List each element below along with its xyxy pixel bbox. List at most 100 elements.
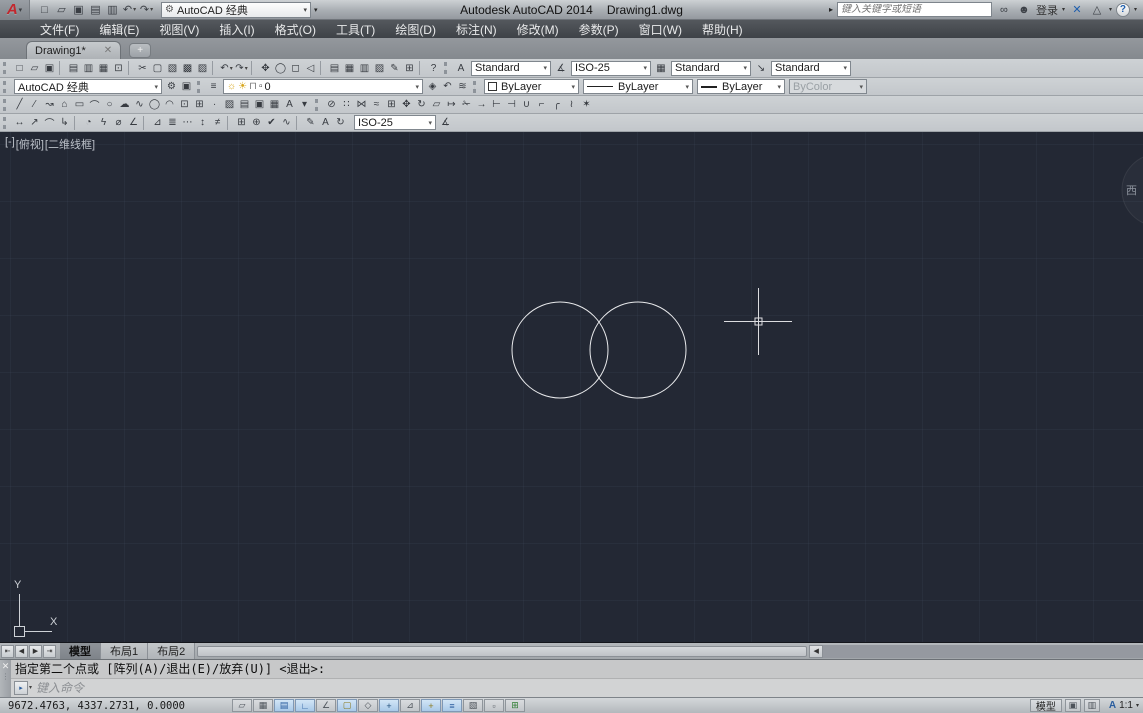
layer-combo[interactable]: ☼☀⊓▫ 0 ▾ — [223, 79, 423, 94]
polyline-icon[interactable]: ↝ — [42, 97, 57, 113]
stretch-icon[interactable]: ↦ — [444, 97, 459, 113]
rotate-icon[interactable]: ↻ — [414, 97, 429, 113]
gradient-icon[interactable]: ▤ — [237, 97, 252, 113]
save-as-button[interactable]: ▤ — [87, 2, 104, 18]
dimension-space-icon[interactable]: ↕ — [195, 115, 210, 131]
last-tab-button[interactable]: ⇥ — [43, 645, 56, 658]
transparency-toggle[interactable]: ▧ — [463, 699, 483, 712]
ortho-mode-toggle[interactable]: ∟ — [295, 699, 315, 712]
workspace-switcher[interactable]: ⚙ AutoCAD 经典 ▾ — [161, 2, 311, 18]
radius-dimension-icon[interactable]: ◔ — [81, 115, 96, 131]
blend-curves-icon[interactable]: ≀ — [564, 97, 579, 113]
publish-icon[interactable]: ▦ — [96, 60, 111, 76]
revcloud-icon[interactable]: ☁ — [117, 97, 132, 113]
save-workspace-icon[interactable]: ▣ — [179, 79, 194, 95]
coordinates-readout[interactable]: 9672.4763, 4337.2731, 0.0000 — [0, 700, 232, 712]
move-icon[interactable]: ✥ — [399, 97, 414, 113]
next-tab-button[interactable]: ▶ — [29, 645, 42, 658]
command-input-line[interactable]: ▸ ▾ 键入命令 — [11, 679, 1143, 697]
dynamic-ucs-toggle[interactable]: ⊿ — [400, 699, 420, 712]
zoom-realtime-icon[interactable]: ◯ — [273, 60, 288, 76]
toolbar-grip[interactable] — [3, 117, 8, 129]
snap-mode-toggle[interactable]: ▦ — [253, 699, 273, 712]
a360-dropdown-icon[interactable]: ▾ — [1109, 6, 1112, 13]
copy-clip-icon[interactable]: ▢ — [150, 60, 165, 76]
viewport-control[interactable]: [-] — [5, 136, 15, 152]
spline-icon[interactable]: ∿ — [132, 97, 147, 113]
point-icon[interactable]: ∙ — [207, 97, 222, 113]
inspection-icon[interactable]: ✔ — [264, 115, 279, 131]
multileader-style-icon[interactable]: ↘ — [753, 60, 769, 76]
search-input[interactable] — [841, 4, 988, 15]
plot-preview-icon[interactable]: ▥ — [81, 60, 96, 76]
layout-tab[interactable]: 布局2 — [148, 643, 195, 659]
toolbar-grip[interactable] — [473, 81, 478, 93]
pan-icon[interactable]: ✥ — [258, 60, 273, 76]
break-icon[interactable]: ⊣ — [504, 97, 519, 113]
explode-icon[interactable]: ✶ — [579, 97, 594, 113]
search-flyout-arrow-icon[interactable]: ▸ — [829, 5, 833, 14]
tool-palettes-icon[interactable]: ▥ — [357, 60, 372, 76]
plot-button[interactable]: ▥ — [104, 2, 121, 18]
arc-length-icon[interactable]: ⌒ — [42, 115, 57, 131]
dimension-edit-icon[interactable]: ✎ — [303, 115, 318, 131]
multileader-style-combo[interactable]: Standard ▾ — [771, 61, 851, 76]
jogged-linear-icon[interactable]: ∿ — [279, 115, 294, 131]
scale-icon[interactable]: ▱ — [429, 97, 444, 113]
fillet-icon[interactable]: ╭ — [549, 97, 564, 113]
viewport-control[interactable]: [俯视] — [16, 136, 44, 152]
color-control-combo[interactable]: ByLayer ▾ — [484, 79, 579, 94]
text-style-combo[interactable]: Standard ▾ — [471, 61, 551, 76]
toolbar-grip[interactable] — [3, 81, 8, 93]
help-icon[interactable]: ? — [426, 60, 441, 76]
infer-constraints-toggle[interactable]: ▱ — [232, 699, 252, 712]
lineweight-control-combo[interactable]: ByLayer ▾ — [697, 79, 785, 94]
viewcube-west-label[interactable]: 西 — [1126, 185, 1137, 197]
polygon-icon[interactable]: ⌂ — [57, 97, 72, 113]
annotation-scale-value[interactable]: 1:1 — [1119, 700, 1133, 711]
hatch-icon[interactable]: ▨ — [222, 97, 237, 113]
menu-item[interactable]: 修改(M) — [507, 20, 569, 38]
tolerance-icon[interactable]: ⊞ — [234, 115, 249, 131]
menu-item[interactable]: 文件(F) — [30, 20, 89, 38]
hscroll-track[interactable] — [823, 645, 1143, 658]
menu-item[interactable]: 标注(N) — [446, 20, 507, 38]
zoom-previous-icon[interactable]: ◁ — [303, 60, 318, 76]
grid-display-toggle[interactable]: ▤ — [274, 699, 294, 712]
aligned-dimension-icon[interactable]: ↗ — [27, 115, 42, 131]
redo-button[interactable]: ↷ — [138, 2, 155, 18]
dimension-style-manager-icon[interactable]: ∡ — [438, 115, 453, 131]
open-button[interactable]: ▱ — [53, 2, 70, 18]
layer-properties-manager-icon[interactable]: ≡ — [206, 79, 221, 95]
menu-item[interactable]: 绘图(D) — [385, 20, 446, 38]
center-mark-icon[interactable]: ⊕ — [249, 115, 264, 131]
match-properties-icon[interactable]: ▨ — [195, 60, 210, 76]
model-paper-toggle[interactable]: 模型 — [1030, 699, 1062, 712]
text-style-icon[interactable]: A — [453, 60, 469, 76]
create-block-icon[interactable]: ⊞ — [192, 97, 207, 113]
arc-icon[interactable]: ⌒ — [87, 97, 102, 113]
drawn-circle-right[interactable] — [590, 302, 686, 398]
ordinate-icon[interactable]: ↳ — [57, 115, 72, 131]
file-tab-drawing1[interactable]: Drawing1* ✕ — [26, 41, 121, 59]
dimension-style-combo[interactable]: ISO-25 ▾ — [571, 61, 651, 76]
menu-item[interactable]: 帮助(H) — [692, 20, 753, 38]
table-style-combo[interactable]: Standard ▾ — [671, 61, 751, 76]
search-icon[interactable]: ∞ — [996, 2, 1012, 17]
dimension-break-icon[interactable]: ≠ — [210, 115, 225, 131]
command-options-icon[interactable]: ▸ — [14, 681, 28, 695]
layer-previous-icon[interactable]: ↶ — [440, 79, 455, 95]
toolbar-grip[interactable] — [444, 62, 449, 74]
quick-view-layouts-icon[interactable]: ▣ — [1065, 699, 1081, 712]
array-icon[interactable]: ⊞ — [384, 97, 399, 113]
polar-tracking-toggle[interactable]: ∠ — [316, 699, 336, 712]
table-style-icon[interactable]: ▦ — [653, 60, 669, 76]
continue-dimension-icon[interactable]: ⋯ — [180, 115, 195, 131]
menu-item[interactable]: 视图(V) — [149, 20, 209, 38]
help-dropdown-icon[interactable]: ▾ — [1134, 6, 1137, 13]
drawn-circle-left[interactable] — [512, 302, 608, 398]
new-button[interactable]: □ — [36, 2, 53, 18]
toolbar-grip[interactable] — [197, 81, 202, 93]
first-tab-button[interactable]: ⇤ — [1, 645, 14, 658]
menu-item[interactable]: 参数(P) — [569, 20, 629, 38]
